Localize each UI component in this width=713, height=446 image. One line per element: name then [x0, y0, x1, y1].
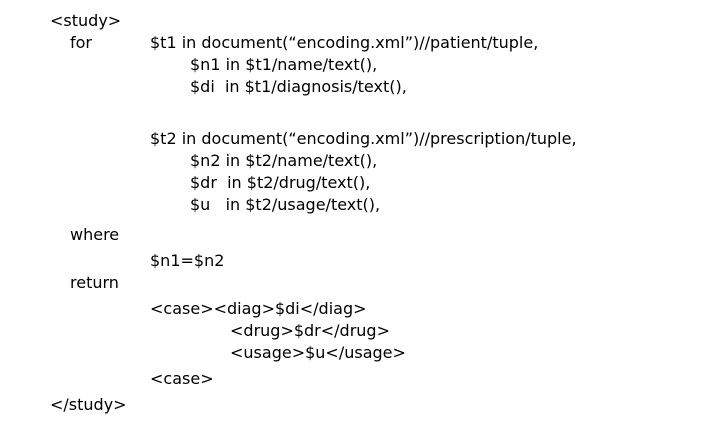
code-line-usage: <usage>$u</usage>: [230, 343, 406, 362]
code-line-study-close: </study>: [50, 395, 127, 414]
code-line-case-diag: <case><diag>$di</diag>: [150, 299, 367, 318]
code-line-di-binding: $di in $t1/diagnosis/text(),: [190, 77, 407, 96]
code-line-n1-binding: $n1 in $t1/name/text(),: [190, 55, 378, 74]
code-keyword-where: where: [70, 225, 120, 244]
code-line-t1-binding: $t1 in document(“encoding.xml”)//patient…: [150, 33, 539, 52]
code-line-drug: <drug>$dr</drug>: [230, 321, 390, 340]
code-line-where-condition: $n1=$n2: [150, 251, 225, 270]
code-line-n2-binding: $n2 in $t2/name/text(),: [190, 151, 378, 170]
code-line-dr-binding: $dr in $t2/drug/text(),: [190, 173, 371, 192]
code-keyword-return: return: [70, 273, 119, 292]
code-line-u-binding: $u in $t2/usage/text(),: [190, 195, 381, 214]
code-line-study-open: <study>: [50, 11, 122, 30]
code-line-case-close: <case>: [150, 369, 214, 388]
xquery-code-block: <study> for $t1 in document(“encoding.xm…: [0, 0, 713, 446]
code-keyword-for: for: [70, 33, 92, 52]
code-line-t2-binding: $t2 in document(“encoding.xml”)//prescri…: [150, 129, 577, 148]
